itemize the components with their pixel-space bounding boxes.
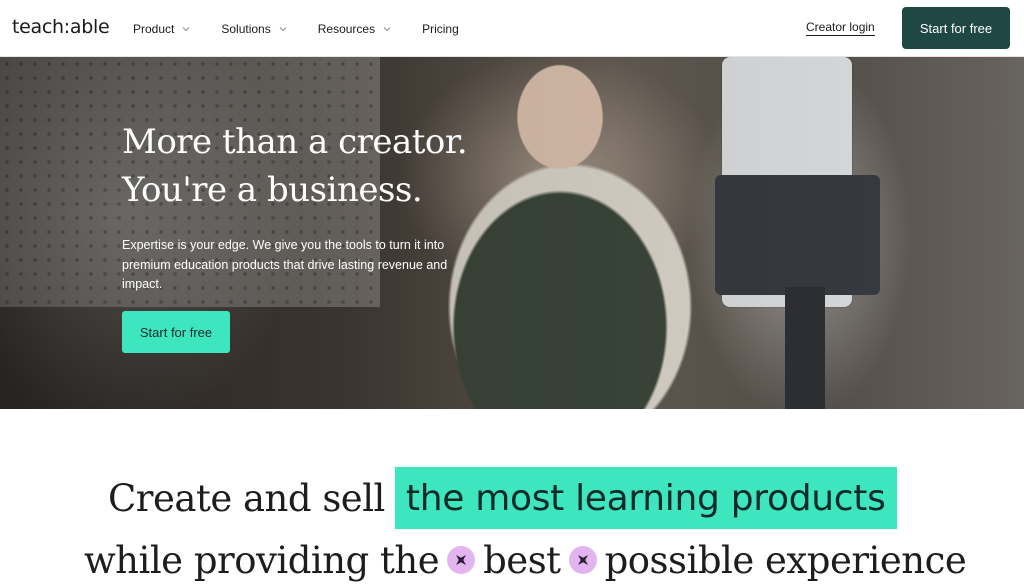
chevron-down-icon bbox=[279, 26, 287, 31]
nav-item-product[interactable]: Product bbox=[133, 22, 191, 36]
chevron-down-icon bbox=[383, 26, 391, 31]
headline-part2: best bbox=[483, 538, 561, 582]
nav-item-resources[interactable]: Resources bbox=[318, 22, 392, 36]
headline-highlight: the most learning products bbox=[394, 467, 897, 529]
creator-login-link[interactable]: Creator login bbox=[806, 20, 875, 36]
nav-item-label: Product bbox=[133, 21, 175, 36]
main-nav: Product Solutions Resources Pricing bbox=[133, 0, 489, 57]
hero-section bbox=[0, 57, 1024, 409]
headline-part1: while providing the bbox=[84, 538, 440, 582]
teachable-logo[interactable]: teach:able bbox=[12, 16, 110, 38]
hero-title-line1: More than a creator. bbox=[122, 122, 468, 162]
chevron-down-icon bbox=[182, 26, 190, 31]
hero-overlay bbox=[0, 57, 1024, 409]
nav-item-pricing[interactable]: Pricing bbox=[422, 22, 459, 36]
headline-line1: Create and sell the most learning produc… bbox=[108, 467, 897, 529]
site-header: teach:able Product Solutions Resources P… bbox=[0, 0, 1024, 57]
sparkle-icon bbox=[568, 546, 597, 574]
hero-title: More than a creator. You're a business. bbox=[122, 118, 542, 214]
start-for-free-button[interactable]: Start for free bbox=[902, 7, 1010, 49]
sparkle-icon bbox=[447, 546, 476, 574]
nav-item-label: Pricing bbox=[422, 21, 459, 36]
nav-item-label: Solutions bbox=[221, 21, 271, 36]
headline-prefix: Create and sell bbox=[108, 476, 385, 520]
hero-start-for-free-button[interactable]: Start for free bbox=[122, 311, 230, 353]
nav-item-solutions[interactable]: Solutions bbox=[221, 22, 287, 36]
nav-item-label: Resources bbox=[317, 21, 376, 36]
hero-title-line2: You're a business. bbox=[122, 170, 423, 210]
headline-line2: while providing the best possible experi… bbox=[84, 532, 967, 588]
hero-subtitle: Expertise is your edge. We give you the … bbox=[122, 238, 448, 291]
headline-part3: possible experience bbox=[604, 538, 967, 582]
